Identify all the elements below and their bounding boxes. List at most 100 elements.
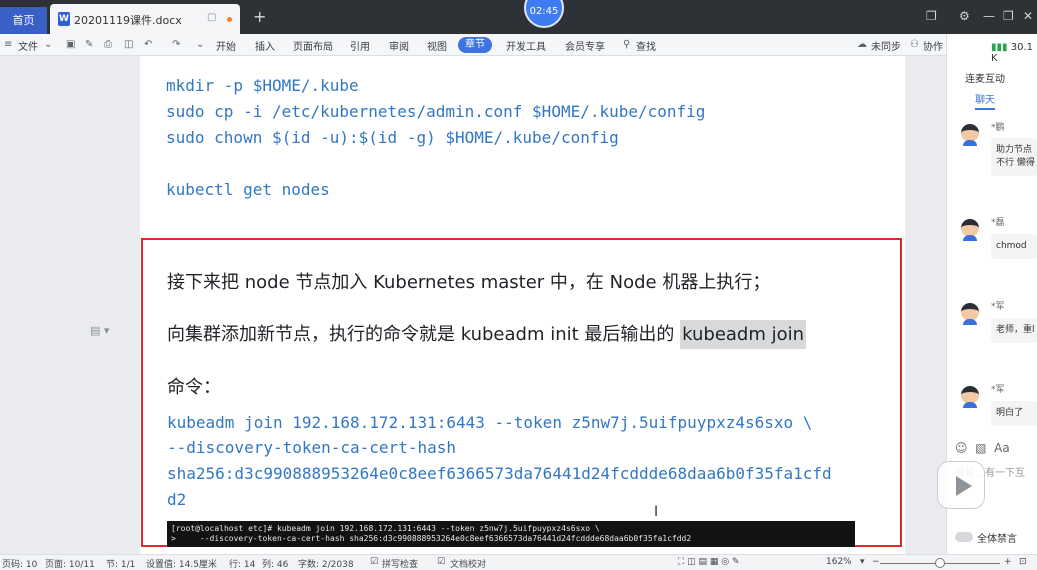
recording-timer: 02:45 xyxy=(524,0,564,28)
emoji-icon[interactable]: ☺ xyxy=(955,441,968,455)
tab-page-layout[interactable]: 页面布局 xyxy=(293,38,333,53)
zoom-dropdown-icon[interactable]: ▾ xyxy=(860,557,865,567)
status-pages[interactable]: 页面: 10/11 xyxy=(45,557,95,570)
title-bar: 首页 W 20201119课件.docx ▢ + 02:45 ❐ ⚙ — ❐ ✕ xyxy=(0,0,1037,34)
minimize-icon[interactable]: — xyxy=(983,9,995,23)
paragraph-marker-icon[interactable]: ▤ ▾ xyxy=(90,324,109,337)
avatar xyxy=(961,219,979,241)
redo-icon[interactable]: ↷ xyxy=(172,39,180,50)
close-icon[interactable]: ✕ xyxy=(1023,9,1033,23)
play-icon[interactable] xyxy=(937,461,985,509)
fit-window-icon[interactable]: ⊡ xyxy=(1019,557,1027,567)
highlight-box: 接下来把 node 节点加入 Kubernetes master 中，在 Nod… xyxy=(141,238,902,547)
spellcheck-icon[interactable]: ☑ xyxy=(370,557,378,567)
code-line: sudo chown $(id -u):$(id -g) $HOME/.kube… xyxy=(166,128,619,147)
chevron-down-icon[interactable]: ⌄ xyxy=(44,39,52,50)
tab-member[interactable]: 会员专享 xyxy=(565,38,605,53)
preview-icon[interactable]: ◫ xyxy=(124,39,133,50)
tab-review[interactable]: 审阅 xyxy=(389,38,409,53)
save-icon[interactable]: ▣ xyxy=(66,39,75,50)
code-line: kubectl get nodes xyxy=(166,180,330,199)
mute-all-label: 全体禁言 xyxy=(977,534,1017,545)
status-section: 节: 1/1 xyxy=(106,560,136,570)
status-words[interactable]: 字数: 2/2038 xyxy=(298,557,354,570)
cloud-icon[interactable]: ☁ xyxy=(857,39,867,50)
collaborate-icon[interactable]: ⚇ xyxy=(910,39,919,50)
unsaved-dot-icon xyxy=(227,17,232,22)
document-tab-label: 20201119课件.docx xyxy=(74,14,182,27)
search-button[interactable]: 查找 xyxy=(636,38,656,53)
sync-status[interactable]: 未同步 xyxy=(871,38,901,53)
terminal-line: > --discovery-token-ca-cert-hash sha256:… xyxy=(171,534,692,543)
signal-indicator: ▮▮▮ 30.1 K xyxy=(991,42,1033,64)
status-bar: 页码: 10 页面: 10/11 节: 1/1 设置值: 14.5厘米 行: 1… xyxy=(0,554,1037,570)
code-line: sudo cp -i /etc/kubernetes/admin.conf $H… xyxy=(166,102,706,121)
zoom-out-icon[interactable]: − xyxy=(872,557,880,567)
format-painter-icon[interactable]: ✎ xyxy=(85,39,93,50)
chevron-down-icon[interactable]: ⌄ xyxy=(196,39,204,50)
mute-all-toggle[interactable] xyxy=(955,532,973,542)
spellcheck-button[interactable]: 拼写检查 xyxy=(382,557,418,570)
wps-writer-window: { "titlebar": { "home_tab": "首页", "doc_t… xyxy=(0,0,1037,570)
chat-message: 明白了 xyxy=(991,401,1037,426)
print-icon[interactable]: ⎙ xyxy=(104,39,112,50)
status-setting: 设置值: 14.5厘米 xyxy=(146,560,217,570)
chat-toolbar: ☺ ▧ Aa xyxy=(955,441,1010,455)
instruction-paragraph: 向集群添加新节点，执行的命令就是 kubeadm init 最后输出的 kube… xyxy=(167,320,807,349)
terminal-screenshot: [root@localhost etc]# kubeadm join 192.1… xyxy=(167,521,855,547)
chat-message: chmod xyxy=(991,234,1037,259)
terminal-line: [root@localhost etc]# kubeadm join 192.1… xyxy=(171,524,600,533)
chat-username: *军 xyxy=(991,302,1005,312)
restore-icon[interactable]: ❐ xyxy=(1003,9,1014,23)
panel-title: 连麦互动 xyxy=(965,74,1005,85)
avatar xyxy=(961,303,979,325)
chat-username: *鹏 xyxy=(991,123,1005,133)
search-icon[interactable]: ⚲ xyxy=(623,39,630,50)
ribbon-bar: ≡ 文件 ⌄ ▣ ✎ ⎙ ◫ ↶ ↷ ⌄ 开始 插入 页面布局 引用 审阅 视图… xyxy=(0,34,1037,56)
image-icon[interactable]: ▧ xyxy=(975,441,986,455)
instruction-paragraph: 接下来把 node 节点加入 Kubernetes master 中，在 Nod… xyxy=(167,272,771,293)
join-command-line: kubeadm join 192.168.172.131:6443 --toke… xyxy=(167,413,813,432)
tab-developer[interactable]: 开发工具 xyxy=(506,38,546,53)
tab-reference[interactable]: 引用 xyxy=(350,38,370,53)
menu-icon[interactable]: ≡ xyxy=(4,39,12,50)
instruction-paragraph: 命令： xyxy=(167,377,221,398)
new-tab-button[interactable]: + xyxy=(253,7,266,26)
instruction-text: 向集群添加新节点，执行的命令就是 kubeadm init 最后输出的 xyxy=(167,324,681,345)
zoom-in-icon[interactable]: + xyxy=(1004,557,1012,567)
chat-username: *磊 xyxy=(991,218,1005,228)
avatar xyxy=(961,124,979,146)
status-col: 列: 46 xyxy=(262,560,289,570)
highlighted-command: kubeadm join xyxy=(680,320,807,349)
join-command-line: d2 xyxy=(167,490,187,509)
left-gutter xyxy=(0,56,90,554)
tab-home[interactable]: 开始 xyxy=(216,38,236,53)
file-menu[interactable]: 文件 xyxy=(18,38,38,53)
join-command-line: sha256:d3c990888953264e0c8eef6366573da76… xyxy=(167,464,832,483)
undo-icon[interactable]: ↶ xyxy=(144,39,152,50)
view-mode-icons[interactable]: ⛶ ◫ ▤ ▦ ◎ ✎ xyxy=(678,557,740,567)
join-command-line: --discovery-token-ca-cert-hash xyxy=(167,438,456,457)
tab-chat[interactable]: 聊天 xyxy=(975,91,995,110)
proofread-button[interactable]: 文档校对 xyxy=(450,557,486,570)
collaborate-button[interactable]: 协作 xyxy=(923,38,943,53)
code-line: mkdir -p $HOME/.kube xyxy=(166,76,359,95)
zoom-value[interactable]: 162% xyxy=(826,557,852,567)
layout-icon[interactable]: ❐ xyxy=(926,9,937,23)
tab-view[interactable]: 视图 xyxy=(427,38,447,53)
tab-chapter[interactable]: 章节 xyxy=(458,37,492,53)
proofread-icon[interactable]: ☑ xyxy=(437,557,445,567)
zoom-slider-handle[interactable] xyxy=(935,558,945,568)
chat-message: 老师，重l xyxy=(991,318,1037,343)
home-tab[interactable]: 首页 xyxy=(0,7,47,34)
font-icon[interactable]: Aa xyxy=(994,441,1010,455)
document-tab[interactable]: W 20201119课件.docx ▢ xyxy=(50,4,240,34)
text-cursor-icon: I xyxy=(654,504,659,520)
word-doc-icon: W xyxy=(58,12,70,26)
status-row: 行: 14 xyxy=(229,560,256,570)
chat-message: 助力节点 不行 懒得 xyxy=(991,138,1037,176)
skin-icon[interactable]: ⚙ xyxy=(959,9,970,23)
screen-icon[interactable]: ▢ xyxy=(207,12,216,23)
tab-insert[interactable]: 插入 xyxy=(255,38,275,53)
status-page[interactable]: 页码: 10 xyxy=(2,557,37,570)
